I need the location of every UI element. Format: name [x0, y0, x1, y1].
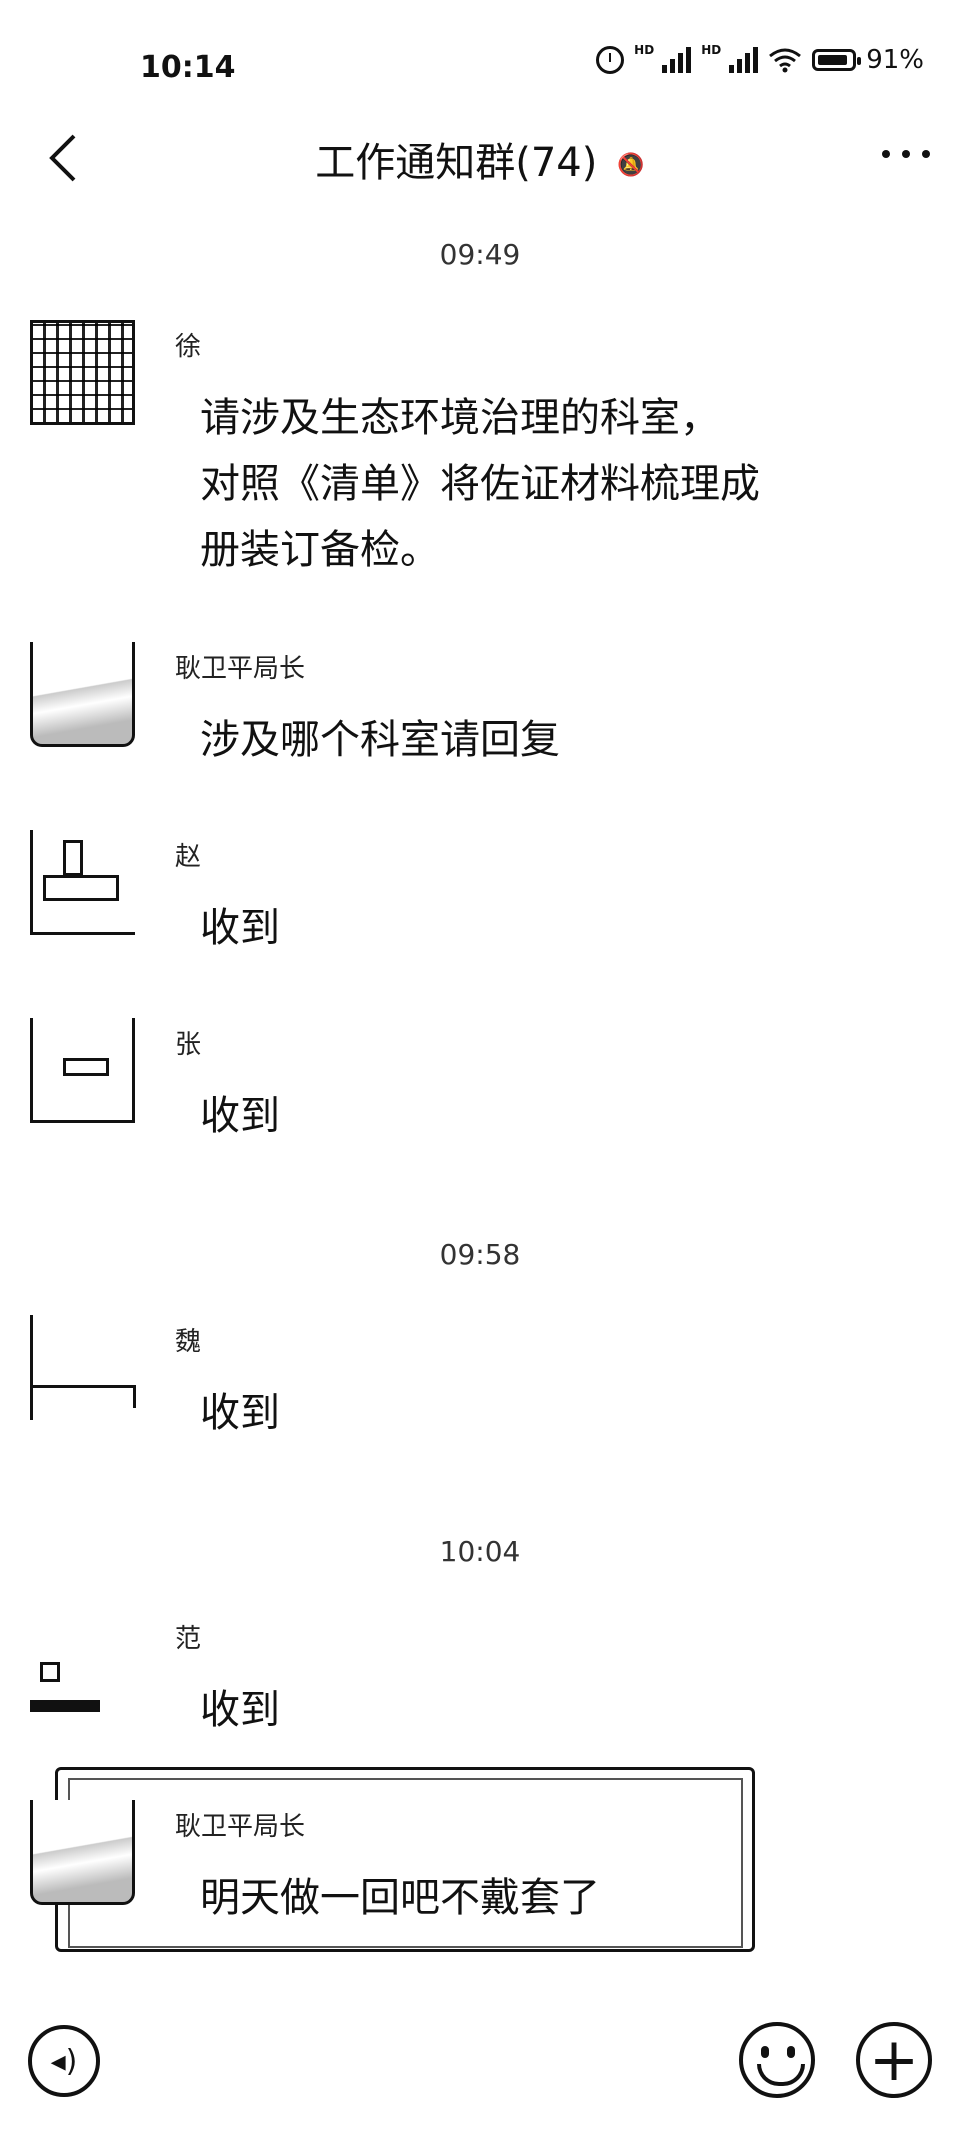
message-line: 对照《清单》将佐证材料梳理成	[200, 461, 760, 507]
hd-badge-2: HD	[701, 43, 722, 57]
message-line: 请涉及生态环境治理的科室，	[200, 395, 720, 441]
message-text[interactable]: 收到	[200, 1380, 280, 1446]
timestamp-divider: 10:04	[439, 1535, 521, 1568]
battery-icon	[812, 49, 862, 71]
message-text[interactable]: 请涉及生态环境治理的科室， 对照《清单》将佐证材料梳理成 册装订备检。	[200, 385, 760, 583]
emoji-icon[interactable]	[739, 2022, 815, 2098]
plus-icon[interactable]: +	[856, 2022, 932, 2098]
avatar[interactable]	[30, 1800, 135, 1905]
avatar[interactable]	[30, 642, 135, 747]
status-time: 10:14	[140, 50, 236, 85]
avatar[interactable]	[30, 320, 135, 425]
message-text[interactable]: 收到	[200, 1083, 280, 1149]
avatar[interactable]	[30, 1612, 135, 1717]
avatar[interactable]	[30, 1315, 136, 1420]
sender-name: 耿卫平局长	[175, 1812, 306, 1842]
message-text[interactable]: 收到	[200, 895, 280, 961]
battery-percent: 91%	[866, 45, 924, 75]
sender-name: 魏	[175, 1327, 202, 1357]
message-line: 涉及哪个科室请回复	[200, 717, 560, 763]
message-line: 明天做一回吧不戴套了	[200, 1875, 600, 1921]
chat-title-text: 工作通知群(74)	[315, 140, 598, 186]
wifi-icon	[769, 48, 802, 73]
message-line: 收到	[200, 1687, 280, 1733]
mute-icon: 🔕	[617, 152, 645, 178]
timestamp-divider: 09:49	[439, 238, 521, 271]
hd-badge: HD	[634, 43, 655, 57]
sender-name: 徐	[175, 332, 202, 362]
message-line: 册装订备检。	[200, 527, 440, 573]
voice-icon[interactable]: ◂)	[28, 2025, 100, 2097]
chat-header: 工作通知群(74) 🔕	[0, 120, 960, 200]
more-icon[interactable]	[882, 150, 930, 158]
avatar[interactable]	[30, 1018, 135, 1123]
message-line: 收到	[200, 1093, 280, 1139]
timestamp-divider: 09:58	[439, 1238, 521, 1271]
signal-icon-2	[729, 47, 759, 73]
status-bar: 10:14 HD HD 91%	[0, 0, 960, 130]
status-icons: HD HD 91%	[596, 43, 924, 75]
message-text[interactable]: 明天做一回吧不戴套了	[200, 1865, 600, 1931]
message-text[interactable]: 收到	[200, 1677, 280, 1743]
input-bar: ◂) +	[0, 1990, 960, 2133]
avatar[interactable]	[30, 830, 135, 935]
signal-icon	[662, 47, 692, 73]
message-line: 收到	[200, 1390, 280, 1436]
chat-title: 工作通知群(74) 🔕	[0, 130, 960, 188]
sender-name: 赵	[175, 842, 202, 872]
sender-name: 耿卫平局长	[175, 654, 306, 684]
message-text[interactable]: 涉及哪个科室请回复	[200, 707, 560, 773]
sender-name: 范	[175, 1624, 202, 1654]
sender-name: 张	[175, 1030, 202, 1060]
alarm-icon	[596, 46, 625, 74]
message-line: 收到	[200, 905, 280, 951]
